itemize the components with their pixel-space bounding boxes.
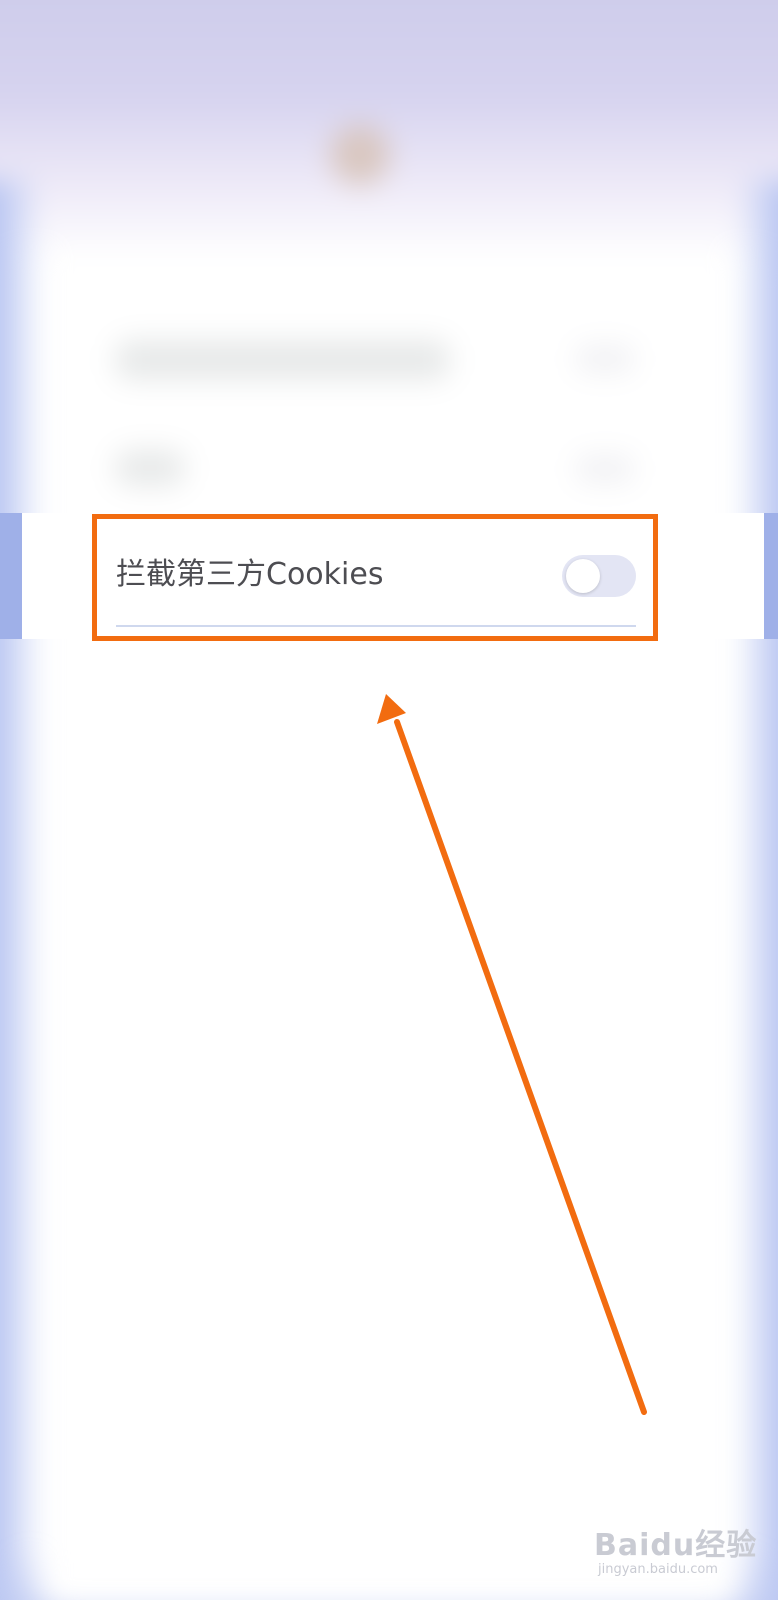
annotation-highlight-box <box>92 514 658 641</box>
strip-left-edge <box>0 513 22 639</box>
header-gradient <box>0 0 778 260</box>
avatar <box>330 125 390 185</box>
strip-right-edge <box>764 513 778 639</box>
blurred-setting-value-2 <box>575 455 635 483</box>
blurred-setting-row-1 <box>115 340 450 380</box>
blurred-background <box>0 0 778 1600</box>
watermark-brand: Baidu经验 <box>594 1528 758 1563</box>
right-edge-glow <box>738 180 778 1600</box>
left-edge-glow <box>0 180 40 1600</box>
blurred-setting-value-1 <box>575 345 635 373</box>
settings-screen: 拦截第三方Cookies Baidu经验 jingyan.baidu.com <box>0 0 778 1600</box>
blurred-setting-row-2 <box>115 450 185 486</box>
baidu-watermark: Baidu经验 jingyan.baidu.com <box>590 1512 770 1588</box>
watermark-site: jingyan.baidu.com <box>598 1562 718 1577</box>
